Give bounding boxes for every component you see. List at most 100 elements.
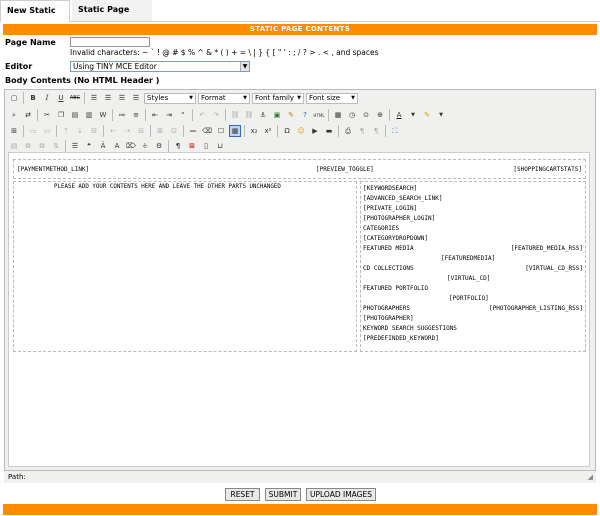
cleanup-icon[interactable]: ✎	[285, 109, 297, 121]
horizontal-rule-icon[interactable]: —	[187, 125, 199, 137]
styles-select[interactable]: Styles ▼	[144, 92, 196, 104]
insert-row-after-icon[interactable]: ⇣	[74, 125, 86, 137]
editor-select-value: Using TINY MCE Editor	[73, 62, 157, 71]
background-color-icon[interactable]: ✎	[421, 109, 433, 121]
paste-text-icon[interactable]: ▥	[83, 109, 95, 121]
format-select[interactable]: Format ▼	[198, 92, 250, 104]
bold-icon[interactable]: B	[27, 92, 39, 104]
visual-aid-icon[interactable]: ☐	[215, 125, 227, 137]
insert-layer-icon[interactable]: ▤	[8, 140, 20, 152]
paste-icon[interactable]: ▤	[69, 109, 81, 121]
ltr-icon[interactable]: ¶	[356, 125, 368, 137]
bullet-list-icon[interactable]: ≔	[116, 109, 128, 121]
print-icon[interactable]: ⎙	[342, 125, 354, 137]
abbreviation-icon[interactable]: Ä	[97, 140, 109, 152]
advanced-hr-icon[interactable]: ▬	[323, 125, 335, 137]
blockquote-icon[interactable]: “	[177, 109, 189, 121]
find-icon[interactable]: ⌕	[8, 109, 20, 121]
tab-static-page-media[interactable]: Static Page Media	[72, 0, 152, 34]
image-icon[interactable]: ▣	[271, 109, 283, 121]
editor-select[interactable]: Using TINY MCE Editor ▼	[70, 61, 250, 72]
page-name-input[interactable]	[70, 37, 150, 47]
preview-icon[interactable]: ⊙	[360, 109, 372, 121]
font-family-select[interactable]: Font family ▼	[252, 92, 304, 104]
cut-icon[interactable]: ✂	[41, 109, 53, 121]
special-char-icon[interactable]: Ω	[281, 125, 293, 137]
insert-date-icon[interactable]: ▦	[332, 109, 344, 121]
replace-icon[interactable]: ⇄	[22, 109, 34, 121]
align-center-icon[interactable]: ☰	[102, 92, 114, 104]
copy-icon[interactable]: ❐	[55, 109, 67, 121]
toolbar-row-3: ⊞ ▭ ▭ ⇡ ⇣ ⊟ ⇠ ⇢ ⊟ ⊞ ⊡ — ⌫ ☐ ▦ x₂ x² Ω ☺ …	[8, 124, 401, 138]
move-forward-icon[interactable]: ⧉	[22, 140, 34, 152]
outdent-icon[interactable]: ⇤	[149, 109, 161, 121]
unlink-icon[interactable]: ⛓	[243, 109, 255, 121]
font-size-select[interactable]: Font size ▼	[306, 92, 358, 104]
help-icon[interactable]: ?	[299, 109, 311, 121]
text-color-icon[interactable]: A	[393, 109, 405, 121]
undo-icon[interactable]: ↶	[196, 109, 208, 121]
insert-row-before-icon[interactable]: ⇡	[60, 125, 72, 137]
table-props-icon[interactable]: ⊞	[8, 125, 20, 137]
rtl-icon[interactable]: ¶	[370, 125, 382, 137]
style-props-icon[interactable]: ☰	[69, 140, 81, 152]
chevron-down-icon[interactable]: ▼	[435, 109, 447, 121]
redo-icon[interactable]: ↷	[210, 109, 222, 121]
insert-col-after-icon[interactable]: ⇢	[121, 125, 133, 137]
subscript-icon[interactable]: x₂	[248, 125, 260, 137]
chevron-down-icon: ▼	[240, 62, 249, 71]
submit-button[interactable]: SUBMIT	[265, 488, 301, 501]
attributes-icon[interactable]: ⚙	[153, 140, 165, 152]
italic-icon[interactable]: I	[41, 92, 53, 104]
delete-row-icon[interactable]: ⊟	[88, 125, 100, 137]
merge-cells-icon[interactable]: ⊡	[168, 125, 180, 137]
move-backward-icon[interactable]: ⧉	[36, 140, 48, 152]
tab-new-static-page[interactable]: New Static Page	[0, 0, 70, 35]
insert-time-icon[interactable]: ◷	[346, 109, 358, 121]
align-right-icon[interactable]: ☰	[116, 92, 128, 104]
cell-props-icon[interactable]: ▭	[41, 125, 53, 137]
delete-col-icon[interactable]: ⊟	[135, 125, 147, 137]
template-icon[interactable]: ▯	[200, 140, 212, 152]
main-content-cell[interactable]: PLEASE ADD YOUR CONTENTS HERE AND LEAVE …	[13, 181, 357, 352]
resize-handle-icon[interactable]: ◢	[588, 471, 593, 483]
reset-button[interactable]: RESET	[225, 488, 260, 501]
font-size-select-label: Font size	[309, 93, 341, 102]
acronym-icon[interactable]: A	[111, 140, 123, 152]
paste-word-icon[interactable]: W	[97, 109, 109, 121]
insert-col-before-icon[interactable]: ⇠	[107, 125, 119, 137]
editor-content-area[interactable]: [PAYMENTMETHOD_LINK] [PREVIEW_TOGGLE] [S…	[8, 152, 590, 467]
strikethrough-icon[interactable]: ABC	[69, 92, 81, 104]
upload-images-button[interactable]: UPLOAD IMAGES	[306, 488, 376, 501]
chevron-down-icon[interactable]: ▼	[407, 109, 419, 121]
zoom-icon[interactable]: ⊕	[374, 109, 386, 121]
pagebreak-icon[interactable]: ⊠	[186, 140, 198, 152]
underline-icon[interactable]: U	[55, 92, 67, 104]
visual-chars-icon[interactable]: ⊔	[214, 140, 226, 152]
absolute-icon[interactable]: ⇅	[50, 140, 62, 152]
row-props-icon[interactable]: ▭	[27, 125, 39, 137]
media-icon[interactable]: ▶	[309, 125, 321, 137]
sidebar-tag: [PHOTOGRAPHER_LOGIN]	[363, 215, 436, 222]
html-source-icon[interactable]: HTML	[313, 109, 325, 121]
link-icon[interactable]: ⛓	[229, 109, 241, 121]
insertion-icon[interactable]: ⎀	[139, 140, 151, 152]
cite-icon[interactable]: ❝	[83, 140, 95, 152]
toggle-guidelines-icon[interactable]: ▦	[229, 125, 241, 137]
split-cells-icon[interactable]: ⊞	[154, 125, 166, 137]
fullscreen-icon[interactable]: ⛶	[389, 125, 401, 137]
deletion-icon[interactable]: ⌦	[125, 140, 137, 152]
align-left-icon[interactable]: ☰	[88, 92, 100, 104]
styles-select-label: Styles	[147, 93, 169, 102]
indent-icon[interactable]: ⇥	[163, 109, 175, 121]
align-justify-icon[interactable]: ☰	[130, 92, 142, 104]
superscript-icon[interactable]: x²	[262, 125, 274, 137]
new-document-icon[interactable]: ▢	[8, 92, 20, 104]
anchor-icon[interactable]: ⚓	[257, 109, 269, 121]
format-select-label: Format	[201, 93, 226, 102]
nonbreaking-icon[interactable]: ¶	[172, 140, 184, 152]
numbered-list-icon[interactable]: ≡	[130, 109, 142, 121]
emoticon-icon[interactable]: ☺	[295, 125, 307, 137]
sidebar-tag: KEYWORD SEARCH SUGGESTIONS	[363, 325, 457, 332]
remove-format-icon[interactable]: ⌫	[201, 125, 213, 137]
